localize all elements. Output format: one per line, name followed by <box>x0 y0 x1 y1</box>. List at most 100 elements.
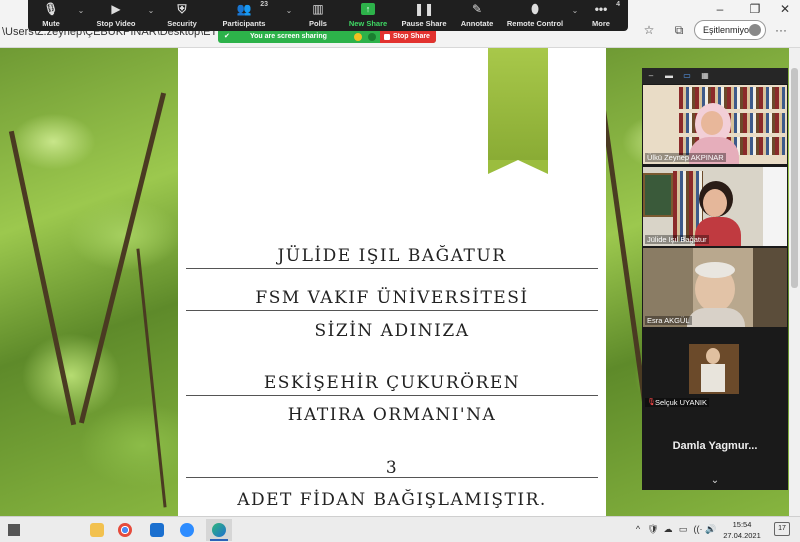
hide-video-icon[interactable]: ▬ <box>664 71 674 81</box>
video-options-caret[interactable]: ⌄ <box>144 0 158 31</box>
security-button[interactable]: ⛨ Security <box>158 0 206 31</box>
muted-mic-icon: 🎙 <box>647 399 656 406</box>
participants-button[interactable]: 👥 23 Participants <box>206 0 282 31</box>
favorites-star-icon[interactable]: ☆ <box>640 22 658 38</box>
stop-video-button[interactable]: ▶ Stop Video <box>88 0 144 31</box>
outlook-icon <box>150 523 164 537</box>
edge-taskbar-button[interactable] <box>206 519 232 541</box>
security-label: Security <box>167 19 197 28</box>
pause-share-button[interactable]: ❚❚ Pause Share <box>396 0 452 31</box>
participant-name: Ülkü Zeynep AKPINAR <box>645 153 726 162</box>
screen-sharing-status-text: You are screen sharing <box>250 33 327 40</box>
new-share-icon: ↑ <box>361 3 375 15</box>
forest-background-left <box>0 48 178 516</box>
mute-button[interactable]: 🎙 Mute <box>28 0 74 31</box>
pause-share-label: Pause Share <box>401 19 447 28</box>
sharing-check-icon: ✔ <box>224 33 230 40</box>
sync-status-label: Eşitlenmiyor <box>703 25 753 35</box>
participants-options-caret[interactable]: ⌄ <box>282 0 296 31</box>
defender-icon[interactable]: 🛡 <box>647 522 659 536</box>
edge-icon <box>212 523 226 537</box>
sync-status-button[interactable]: Eşitlenmiyor <box>694 20 766 40</box>
battery-icon[interactable]: ▭ <box>677 522 689 536</box>
window-minimize-button[interactable]: – <box>705 0 735 18</box>
more-button[interactable]: ••• 4 More <box>582 0 620 31</box>
polls-button[interactable]: ▥ Polls <box>296 0 340 31</box>
sharing-pause-indicator-icon <box>354 33 362 41</box>
new-share-label: New Share <box>348 19 388 28</box>
participant-video-tile[interactable]: Esra AKGÜL <box>643 248 787 327</box>
audio-options-caret[interactable]: ⌄ <box>74 0 88 31</box>
participant-video-tile[interactable]: Selçuk UYANIK 🎙 <box>643 330 787 409</box>
folder-icon <box>90 523 104 537</box>
annotate-pen-icon: ✎ <box>471 2 483 16</box>
participant-name-tile[interactable]: Damla Yagmur... <box>642 416 788 476</box>
remote-control-label: Remote Control <box>506 19 564 28</box>
chrome-taskbar-button[interactable] <box>112 519 138 541</box>
zoom-icon <box>180 523 194 537</box>
annotate-button[interactable]: ✎ Annotate <box>452 0 502 31</box>
minimize-video-icon[interactable]: – <box>646 71 656 81</box>
certificate-on-behalf: SİZİN ADINIZA <box>314 321 470 341</box>
stop-share-button[interactable]: Stop Share <box>380 31 436 43</box>
remote-control-icon: ⬮ <box>531 2 539 16</box>
participants-count-badge: 23 <box>260 1 268 8</box>
certificate-tree-count: 3 <box>385 458 399 478</box>
certificate-donation-text: ADET FİDAN BAĞIŞLAMIŞTIR. <box>237 490 547 510</box>
video-camera-icon: ▶ <box>111 2 121 16</box>
more-count-badge: 4 <box>616 1 620 8</box>
outlook-taskbar-button[interactable] <box>144 519 170 541</box>
polls-icon: ▥ <box>312 2 324 16</box>
clock-date: 27.04.2021 <box>723 531 761 540</box>
participants-label: Participants <box>222 19 266 28</box>
browser-menu-icon[interactable]: ··· <box>772 22 790 38</box>
participants-icon: 👥 <box>236 2 252 16</box>
certificate-location: ESKİŞEHİR ÇUKURÖREN <box>263 373 521 393</box>
wifi-icon[interactable]: ((· <box>692 522 704 536</box>
zoom-taskbar-button[interactable] <box>174 519 200 541</box>
certificate-rule <box>186 310 598 311</box>
certificate-university: FSM VAKIF ÜNİVERSİTESİ <box>255 288 529 308</box>
remote-control-caret[interactable]: ⌄ <box>568 0 582 31</box>
polls-label: Polls <box>309 19 327 28</box>
clock-time: 15:54 <box>732 520 752 529</box>
window-close-button[interactable]: ✕ <box>770 0 800 18</box>
new-share-button[interactable]: ↑ New Share <box>340 0 396 31</box>
windows-taskbar: ^ 🛡 ☁ ▭ ((· 🔊 15:54 27.04.2021 17 <box>0 516 800 542</box>
windows-start-icon[interactable] <box>8 524 20 536</box>
gallery-view-icon[interactable]: ▦ <box>700 71 710 81</box>
participant-video-tile[interactable]: Ülkü Zeynep AKPINAR <box>643 85 787 164</box>
scrollbar-thumb[interactable] <box>791 68 798 288</box>
certificate-rule <box>186 268 598 269</box>
tray-expand-icon[interactable]: ^ <box>632 522 644 536</box>
notifications-badge[interactable]: 17 <box>774 522 790 536</box>
participant-name: Esra AKGÜL <box>645 316 692 325</box>
certificate-rule <box>186 477 598 478</box>
participant-name: Jülide Işıl Bağatur <box>645 235 709 244</box>
certificate-forest-name: HATIRA ORMANI'NA <box>287 405 497 425</box>
shield-icon: ⛨ <box>177 2 187 16</box>
collections-icon[interactable]: ⧉ <box>670 22 688 38</box>
remote-control-button[interactable]: ⬮ Remote Control <box>502 0 568 31</box>
sharing-shield-icon <box>368 33 376 41</box>
stop-video-label: Stop Video <box>96 19 136 28</box>
taskbar-clock[interactable]: 15:54 27.04.2021 <box>718 519 766 541</box>
stop-square-icon <box>384 34 390 40</box>
onedrive-icon[interactable]: ☁ <box>662 522 674 536</box>
strip-view-icon[interactable]: ▭ <box>682 71 692 81</box>
annotate-label: Annotate <box>460 19 494 28</box>
participant-video-tile[interactable]: Jülide Işıl Bağatur <box>643 167 787 246</box>
file-explorer-taskbar-button[interactable] <box>84 519 110 541</box>
certificate-page: JÜLİDE IŞIL BAĞATUR FSM VAKIF ÜNİVERSİTE… <box>178 48 606 516</box>
participants-video-panel: – ▬ ▭ ▦ Ülkü Zeynep AKPINAR Jülide Işıl … <box>642 68 788 490</box>
certificate-rule <box>186 395 598 396</box>
window-restore-button[interactable]: ❐ <box>740 0 770 18</box>
zoom-meeting-toolbar: 🎙 Mute ⌄ ▶ Stop Video ⌄ ⛨ Security 👥 23 … <box>28 0 628 31</box>
mute-label: Mute <box>42 19 60 28</box>
chrome-icon <box>118 523 132 537</box>
stop-share-label: Stop Share <box>393 33 430 40</box>
page-scrollbar[interactable] <box>789 48 800 516</box>
speaker-icon[interactable]: 🔊 <box>705 522 717 536</box>
scroll-down-icon[interactable]: ⌄ <box>708 475 722 487</box>
pause-icon: ❚❚ <box>413 2 435 16</box>
